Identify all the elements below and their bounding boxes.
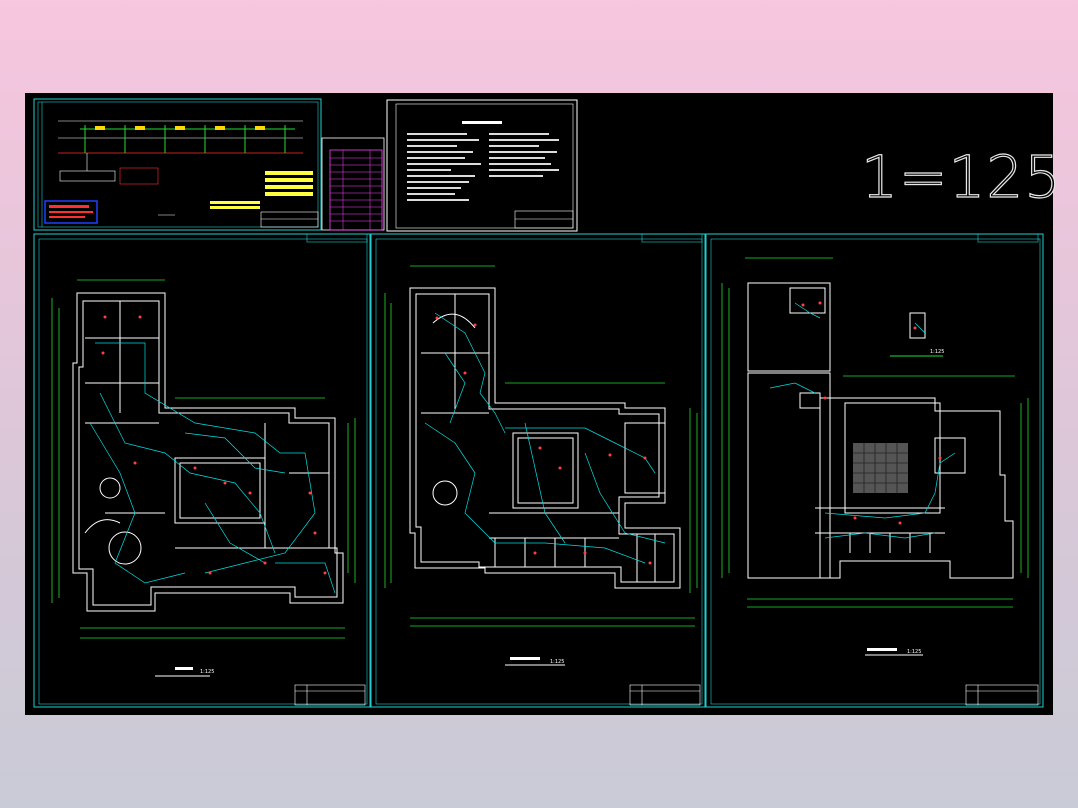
floor-plan-3: 1:125 1:125 bbox=[721, 257, 1029, 656]
sheet3-inset-caption: 1:125 bbox=[930, 349, 944, 355]
scale-label: 1=125 bbox=[860, 143, 1063, 211]
design-notes-sheet bbox=[386, 99, 578, 232]
sheet1-caption: 1:125 bbox=[200, 669, 214, 675]
sheet3-caption: 1:125 bbox=[907, 649, 921, 655]
equipment-table-sheet bbox=[321, 137, 385, 231]
system-diagram-sheet bbox=[33, 98, 322, 231]
floor-plan-1: 1:125 bbox=[51, 279, 356, 677]
title-blocks bbox=[294, 684, 1039, 706]
cad-drawing-canvas[interactable]: 1:125 1:125 1:125 1:125 1=125 bbox=[25, 93, 1063, 715]
floor-plan-2: 1:125 bbox=[384, 265, 698, 666]
sheet2-caption: 1:125 bbox=[550, 659, 564, 665]
